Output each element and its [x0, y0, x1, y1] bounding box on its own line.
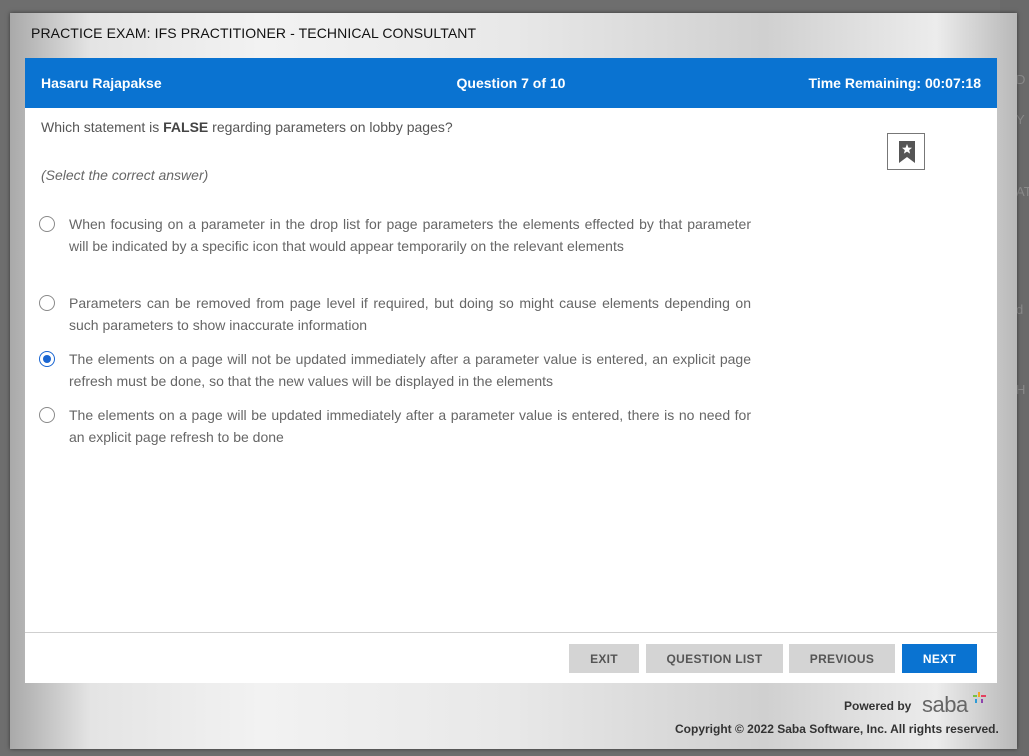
answer-option-text: The elements on a page will not be updat… [69, 351, 751, 389]
radio-button[interactable] [39, 295, 55, 311]
copyright-text: Copyright © 2022 Saba Software, Inc. All… [675, 722, 999, 736]
exit-button[interactable]: EXIT [569, 644, 639, 673]
question-emphasis: FALSE [163, 119, 209, 135]
powered-by-label: Powered by [844, 699, 912, 713]
answer-option-text: Parameters can be removed from page leve… [69, 295, 751, 333]
radio-button[interactable] [39, 216, 55, 232]
navigation-footer: EXIT QUESTION LIST PREVIOUS NEXT [25, 632, 997, 683]
saba-logo: saba [922, 692, 968, 717]
answer-option-text: The elements on a page will be updated i… [69, 407, 751, 445]
background-text: H [1016, 382, 1026, 397]
radio-button[interactable] [39, 351, 55, 367]
saba-logo-mark-icon [973, 692, 986, 703]
time-remaining: Time Remaining: 00:07:18 [808, 75, 981, 91]
background-text: d [1016, 302, 1024, 317]
background-text: D [1016, 72, 1026, 87]
background-text: AT [1016, 184, 1029, 199]
question-text: Which statement is FALSE regarding param… [41, 119, 453, 135]
user-name: Hasaru Rajapakse [41, 75, 162, 91]
background-text: Y [1016, 112, 1025, 127]
question-list-button[interactable]: QUESTION LIST [646, 644, 783, 673]
bookmark-button[interactable] [887, 133, 925, 170]
exam-modal: PRACTICE EXAM: IFS PRACTITIONER - TECHNI… [10, 13, 1017, 749]
exam-title: PRACTICE EXAM: IFS PRACTITIONER - TECHNI… [31, 25, 477, 41]
answer-instruction: (Select the correct answer) [41, 167, 209, 183]
question-panel: Which statement is FALSE regarding param… [25, 108, 997, 632]
answer-option-text: When focusing on a parameter in the drop… [69, 216, 751, 254]
previous-button[interactable]: PREVIOUS [789, 644, 895, 673]
radio-button[interactable] [39, 407, 55, 423]
bookmark-star-icon [899, 141, 915, 163]
exam-header-bar: Question 7 of 10 Hasaru Rajapakse Time R… [25, 58, 997, 108]
next-button[interactable]: NEXT [902, 644, 977, 673]
